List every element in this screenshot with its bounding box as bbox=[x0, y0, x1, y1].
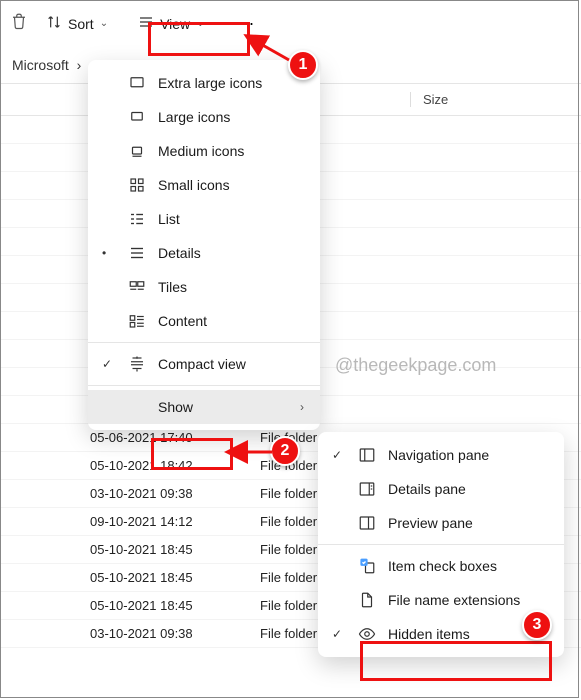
menu-icon bbox=[358, 480, 376, 498]
menu-label: Content bbox=[158, 313, 207, 329]
breadcrumb-item[interactable]: Microsoft bbox=[12, 57, 69, 73]
menu-icon bbox=[128, 355, 146, 373]
menu-icon bbox=[358, 591, 376, 609]
menu-icon bbox=[128, 278, 146, 296]
menu-label: Navigation pane bbox=[388, 447, 489, 463]
view-icon bbox=[138, 14, 154, 33]
menu-label: Item check boxes bbox=[388, 558, 497, 574]
menu-item-tiles[interactable]: Tiles bbox=[88, 270, 320, 304]
view-menu: Extra large icons Large icons Medium icons… bbox=[88, 60, 320, 430]
menu-icon bbox=[128, 210, 146, 228]
menu-label: Small icons bbox=[158, 177, 230, 193]
cell-date: 09-10-2021 14:12 bbox=[0, 514, 260, 529]
menu-label: Preview pane bbox=[388, 515, 473, 531]
menu-icon bbox=[128, 108, 146, 126]
cell-date: 03-10-2021 09:38 bbox=[0, 626, 260, 641]
chevron-down-icon: ⌄ bbox=[100, 18, 108, 29]
sort-button[interactable]: Sort ⌄ bbox=[36, 8, 118, 39]
cell-date: 05-10-2021 18:45 bbox=[0, 570, 260, 585]
menu-item-details[interactable]: • Details bbox=[88, 236, 320, 270]
menu-icon bbox=[128, 244, 146, 262]
menu-icon bbox=[128, 176, 146, 194]
chevron-right-icon: › bbox=[77, 57, 82, 73]
menu-item-medium-icons[interactable]: Medium icons bbox=[88, 134, 320, 168]
submenu-item-item-check-boxes[interactable]: Item check boxes bbox=[318, 549, 564, 583]
annotation-circle-3: 3 bbox=[522, 610, 552, 640]
menu-icon bbox=[358, 446, 376, 464]
check-icon: ✓ bbox=[332, 448, 342, 462]
cell-date: 05-10-2021 18:45 bbox=[0, 542, 260, 557]
menu-label: Extra large icons bbox=[158, 75, 262, 91]
menu-icon bbox=[358, 514, 376, 532]
menu-label: Tiles bbox=[158, 279, 187, 295]
annotation-arrow-1 bbox=[253, 40, 293, 75]
submenu-item-details-pane[interactable]: Details pane bbox=[318, 472, 564, 506]
submenu-item-preview-pane[interactable]: Preview pane bbox=[318, 506, 564, 540]
check-icon: ✓ bbox=[102, 357, 112, 371]
submenu-item-file-name-extensions[interactable]: File name extensions bbox=[318, 583, 564, 617]
menu-item-show[interactable]: Show › bbox=[88, 390, 320, 424]
chevron-right-icon: › bbox=[300, 400, 304, 414]
menu-label: File name extensions bbox=[388, 592, 520, 608]
menu-label: Compact view bbox=[158, 356, 246, 372]
col-size[interactable]: Size bbox=[410, 92, 530, 107]
menu-icon bbox=[358, 557, 376, 575]
check-icon: ✓ bbox=[332, 627, 342, 641]
cell-date: 05-06-2021 17:40 bbox=[0, 430, 260, 445]
menu-icon bbox=[128, 142, 146, 160]
view-label: View bbox=[160, 16, 190, 32]
menu-label: List bbox=[158, 211, 180, 227]
menu-label: Hidden items bbox=[388, 626, 470, 642]
menu-icon bbox=[358, 625, 376, 643]
menu-label: Medium icons bbox=[158, 143, 244, 159]
chevron-down-icon: ⌄ bbox=[196, 18, 204, 29]
sort-label: Sort bbox=[68, 16, 94, 32]
menu-item-content[interactable]: Content bbox=[88, 304, 320, 338]
view-button[interactable]: View ⌄ bbox=[126, 8, 216, 39]
menu-icon bbox=[128, 312, 146, 330]
watermark: @thegeekpage.com bbox=[335, 355, 496, 376]
annotation-arrow-2 bbox=[236, 442, 276, 467]
sort-icon bbox=[46, 14, 62, 33]
submenu-item-navigation-pane[interactable]: ✓ Navigation pane bbox=[318, 438, 564, 472]
cell-date: 05-10-2021 18:45 bbox=[0, 598, 260, 613]
cell-date: 03-10-2021 09:38 bbox=[0, 486, 260, 501]
cell-date: 05-10-2021 18:42 bbox=[0, 458, 260, 473]
menu-label: Show bbox=[158, 399, 193, 415]
delete-icon[interactable] bbox=[10, 12, 28, 35]
menu-item-small-icons[interactable]: Small icons bbox=[88, 168, 320, 202]
menu-label: Large icons bbox=[158, 109, 230, 125]
menu-item-list[interactable]: List bbox=[88, 202, 320, 236]
menu-label: Details pane bbox=[388, 481, 466, 497]
bullet-icon: • bbox=[102, 246, 106, 260]
menu-label: Details bbox=[158, 245, 201, 261]
more-button[interactable]: ··· bbox=[225, 9, 265, 38]
menu-item-compact-view[interactable]: ✓ Compact view bbox=[88, 347, 320, 381]
menu-item-large-icons[interactable]: Large icons bbox=[88, 100, 320, 134]
menu-icon bbox=[128, 74, 146, 92]
